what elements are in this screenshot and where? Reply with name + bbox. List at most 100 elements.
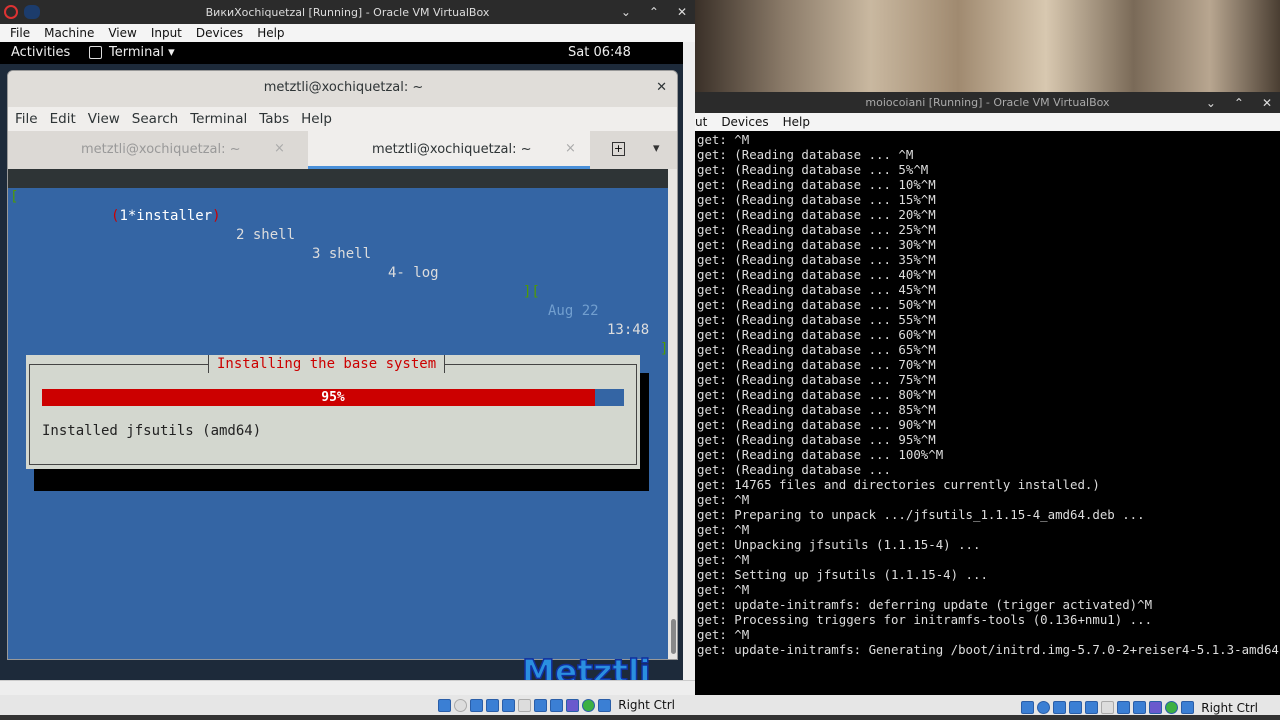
keyboard-icon[interactable] [1181,701,1195,714]
menu-search[interactable]: Search [126,111,184,127]
minimize-icon[interactable]: ⌄ [621,5,631,19]
mouse-integration-icon[interactable] [582,698,596,712]
console-line: get: (Reading database ... 85%^M [697,402,936,417]
scrollbar[interactable] [668,169,677,659]
shared-folder-icon[interactable] [1101,701,1115,714]
optical-icon[interactable] [454,698,468,712]
shared-folder-icon[interactable] [518,698,532,712]
menu-edit[interactable]: Edit [44,111,82,127]
recording-icon[interactable] [1133,701,1147,714]
network-icon[interactable] [486,698,500,712]
display-icon[interactable] [1117,701,1131,714]
app-menu-button[interactable]: Terminal ▾ [109,45,175,60]
screen-window-3[interactable]: 3 shell [312,245,371,264]
bracket: ][ [523,284,540,300]
screen-time: 13:48 [607,322,650,338]
menu-file[interactable]: File [3,26,37,40]
terminal-app-icon [89,46,102,59]
keyboard-icon[interactable] [598,698,612,712]
network-icon[interactable] [1069,701,1083,714]
installer-dialog: Installing the base system 95% Installed… [26,355,640,469]
console-line: get: (Reading database ... [697,462,899,477]
terminal-titlebar: metztli@xochiquetzal: ~ ✕ [8,71,677,107]
console-line: get: update-initramfs: Generating /boot/… [697,642,1279,657]
progress-label: 95% [321,390,345,405]
menu-input[interactable]: ut [695,115,714,129]
right-console[interactable]: get: ^M get: (Reading database ... ^M get:… [697,132,1280,667]
tab-close-icon[interactable]: × [565,141,576,156]
menu-terminal[interactable]: Terminal [184,111,253,127]
close-icon[interactable]: ✕ [677,5,687,19]
usb-icon[interactable] [502,698,516,712]
close-icon[interactable]: ✕ [656,71,667,105]
menu-help[interactable]: Help [250,26,291,40]
console-line: get: (Reading database ... 25%^M [697,222,936,237]
tab-close-icon[interactable]: × [274,141,285,156]
horizontal-scrollbar[interactable] [0,680,695,695]
left-vm-window: ВикиXochiquetzal [Running] - Oracle VM V… [0,0,695,720]
left-vm-titlebar: ВикиXochiquetzal [Running] - Oracle VM V… [0,0,695,24]
console-line: get: (Reading database ... 100%^M [697,447,944,462]
optical-icon[interactable] [1037,701,1051,714]
screen-window-2[interactable]: 2 shell [236,226,295,245]
menu-help[interactable]: Help [295,111,338,127]
console-line: get: update-initramfs: deferring update … [697,597,1153,612]
console-line: get: ^M [697,627,750,642]
mouse-integration-icon[interactable] [1165,701,1179,714]
tab-active[interactable]: metztli@xochiquetzal: ~ × [308,131,590,169]
menu-view[interactable]: View [101,26,143,40]
menu-input[interactable]: Input [144,26,189,40]
maximize-icon[interactable]: ⌃ [649,5,659,19]
screen-window-1[interactable]: (1*installer) [111,207,221,226]
new-tab-icon[interactable]: + [612,142,625,156]
cpu-icon[interactable] [566,698,580,712]
console-line: get: (Reading database ... 75%^M [697,372,936,387]
activities-button[interactable]: Activities [11,45,70,60]
screen-window-4[interactable]: 4- log [388,264,439,283]
console-line: get: (Reading database ... 70%^M [697,357,936,372]
menu-view[interactable]: View [82,111,126,127]
guest-screen[interactable]: Activities Terminal ▾ Sat 06:48 metztli@… [0,42,683,680]
watermark-logo: Metztli IT [521,651,651,680]
tab-label: metztli@xochiquetzal: ~ [81,142,241,157]
gnome-top-bar: Activities Terminal ▾ Sat 06:48 [0,42,683,64]
hdd-icon[interactable] [438,698,452,712]
hdd-icon[interactable] [1021,701,1035,714]
terminal-title: metztli@xochiquetzal: ~ [263,80,424,95]
audio-icon[interactable] [1053,701,1067,714]
console-line: get: (Reading database ... 30%^M [697,237,936,252]
menu-devices[interactable]: Devices [714,115,775,129]
console-line: get: (Reading database ... 80%^M [697,387,936,402]
console-line: get: Preparing to unpack .../jfsutils_1.… [697,507,1145,522]
usb-icon[interactable] [1085,701,1099,714]
console-line: get: (Reading database ... 55%^M [697,312,936,327]
cpu-icon[interactable] [1149,701,1163,714]
audio-icon[interactable] [470,698,484,712]
menu-help[interactable]: Help [776,115,817,129]
tab-inactive[interactable]: metztli@xochiquetzal: ~ × [8,131,308,169]
console-line: get: ^M [697,552,750,567]
menu-devices[interactable]: Devices [189,26,250,40]
clock[interactable]: Sat 06:48 [568,45,631,60]
right-vm-window: moiocoiani [Running] - Oracle VM Virtual… [695,92,1280,720]
recording-icon[interactable] [550,698,564,712]
minimize-icon[interactable]: ⌄ [1206,96,1216,110]
display-icon[interactable] [534,698,548,712]
terminal-window: metztli@xochiquetzal: ~ ✕ File Edit View… [7,70,678,660]
menu-file[interactable]: File [9,111,44,127]
console-line: get: (Reading database ... 95%^M [697,432,936,447]
vertical-scrollbar[interactable] [683,42,695,680]
tab-menu-chevron-down-icon[interactable]: ▾ [653,141,660,156]
host-bottom-edge [0,715,1280,720]
terminal-console[interactable]: [ (1*installer) 2 shell 3 shell 4- log ]… [8,169,677,659]
console-line: get: (Reading database ... ^M [697,147,914,162]
console-line: get: (Reading database ... 20%^M [697,207,936,222]
menu-machine[interactable]: Machine [37,26,101,40]
host-key-label: Right Ctrl [618,698,675,712]
maximize-icon[interactable]: ⌃ [1234,96,1244,110]
terminal-menubar: File Edit View Search Terminal Tabs Help [8,107,677,131]
console-line: get: (Reading database ... 5%^M [697,162,929,177]
close-icon[interactable]: ✕ [1262,96,1272,110]
menu-tabs[interactable]: Tabs [253,111,295,127]
console-line: get: (Reading database ... 45%^M [697,282,936,297]
